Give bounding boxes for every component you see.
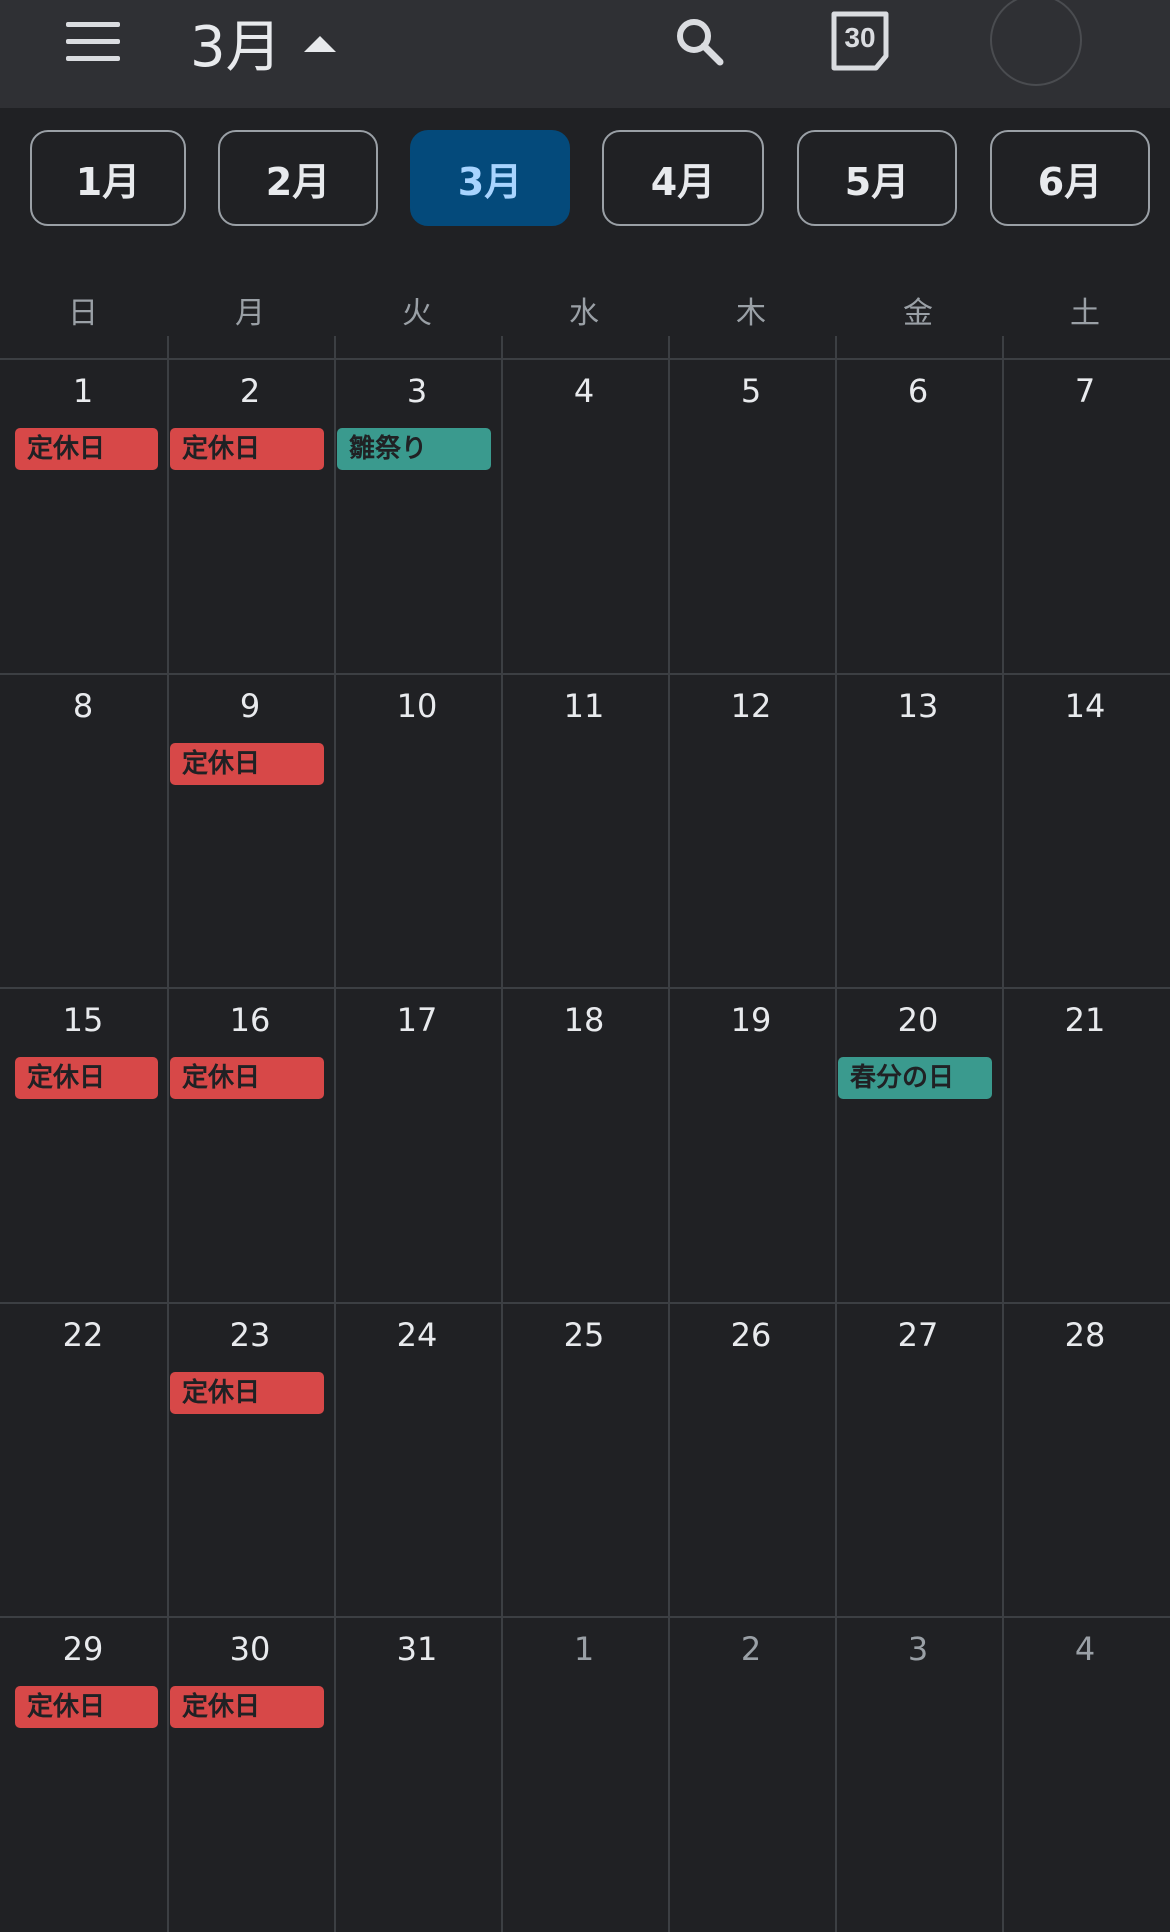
weekday-label: 土 (1070, 296, 1100, 331)
column-divider (167, 336, 169, 358)
day-number: 16 (229, 1001, 271, 1039)
month-chip[interactable]: 3月 (410, 130, 570, 226)
day-number: 30 (229, 1630, 271, 1668)
event-chip[interactable]: 定休日 (170, 1686, 324, 1728)
event-chip[interactable]: 定休日 (170, 743, 324, 785)
day-number: 4 (573, 372, 595, 410)
day-number: 22 (62, 1316, 104, 1354)
month-chip[interactable]: 4月 (602, 130, 764, 226)
day-number: 12 (730, 687, 772, 725)
today-date-number: 30 (844, 22, 876, 53)
search-icon[interactable] (668, 10, 732, 74)
column-divider (501, 336, 503, 358)
day-number: 3 (406, 372, 428, 410)
weekday-label: 火 (402, 296, 432, 331)
column-divider (1002, 336, 1004, 358)
day-number: 19 (730, 1001, 772, 1039)
event-chip[interactable]: 定休日 (170, 1057, 324, 1099)
weekday-header: 日月火水木金土 (0, 270, 1170, 358)
month-selector[interactable]: 3月 (190, 6, 336, 80)
month-chip[interactable]: 2月 (218, 130, 378, 226)
day-number: 13 (897, 687, 939, 725)
day-number: 31 (396, 1630, 438, 1668)
day-number: 20 (897, 1001, 939, 1039)
day-number: 2 (239, 372, 261, 410)
month-grid: 1 定休日 2 定休日 3 雛祭り 4 5 6 7 8 9 定休日 10 11 12 13 14 15 定休日 16 定休… (0, 358, 1170, 1932)
day-number: 24 (396, 1316, 438, 1354)
day-number: 14 (1064, 687, 1106, 725)
day-number: 21 (1064, 1001, 1106, 1039)
month-chip[interactable]: 1月 (30, 130, 186, 226)
weekday-label: 水 (569, 296, 599, 331)
day-number: 15 (62, 1001, 104, 1039)
weekday-label: 金 (903, 296, 933, 331)
event-chip[interactable]: 雛祭り (337, 428, 491, 470)
day-number: 11 (563, 687, 605, 725)
month-chip-bar: 1月 2月 3月 4月 5月 6月 (0, 130, 1170, 230)
day-number: 3 (907, 1630, 929, 1668)
day-number: 18 (563, 1001, 605, 1039)
day-number: 25 (563, 1316, 605, 1354)
day-number: 9 (239, 687, 261, 725)
month-chip[interactable]: 6月 (990, 130, 1150, 226)
column-divider (334, 336, 336, 358)
event-chip[interactable]: 春分の日 (838, 1057, 992, 1099)
day-number: 4 (1074, 1630, 1096, 1668)
event-chip[interactable]: 定休日 (15, 1686, 158, 1728)
month-chip[interactable]: 5月 (797, 130, 957, 226)
day-number: 10 (396, 687, 438, 725)
day-number: 1 (573, 1630, 595, 1668)
day-number: 6 (907, 372, 929, 410)
day-number: 23 (229, 1316, 271, 1354)
calendar-app: 3月 30 1月 2月 3月 4月 5月 6月 日 月 火 水 木 金 土 1 定休日 2 定休日 3 雛祭り 4… (0, 0, 1170, 1932)
event-chip[interactable]: 定休日 (170, 1372, 324, 1414)
column-divider (835, 336, 837, 358)
day-number: 29 (62, 1630, 104, 1668)
event-chip[interactable]: 定休日 (15, 1057, 158, 1099)
weekday-label: 日 (68, 296, 98, 331)
menu-icon[interactable] (62, 20, 128, 66)
today-calendar-icon[interactable]: 30 (830, 10, 894, 74)
day-number: 26 (730, 1316, 772, 1354)
column-divider (668, 336, 670, 358)
day-number: 17 (396, 1001, 438, 1039)
day-number: 5 (740, 372, 762, 410)
day-number: 27 (897, 1316, 939, 1354)
top-app-bar: 3月 30 (0, 0, 1170, 108)
day-number: 7 (1074, 372, 1096, 410)
weekday-label: 月 (235, 296, 265, 331)
day-number: 28 (1064, 1316, 1106, 1354)
weekday-label: 木 (736, 296, 766, 331)
event-chip[interactable]: 定休日 (170, 428, 324, 470)
day-number: 2 (740, 1630, 762, 1668)
event-chip[interactable]: 定休日 (15, 428, 158, 470)
page-title: 3月 (190, 14, 282, 80)
caret-up-icon (303, 36, 336, 52)
day-number: 1 (72, 372, 94, 410)
avatar[interactable] (990, 0, 1082, 86)
day-number: 8 (72, 687, 94, 725)
